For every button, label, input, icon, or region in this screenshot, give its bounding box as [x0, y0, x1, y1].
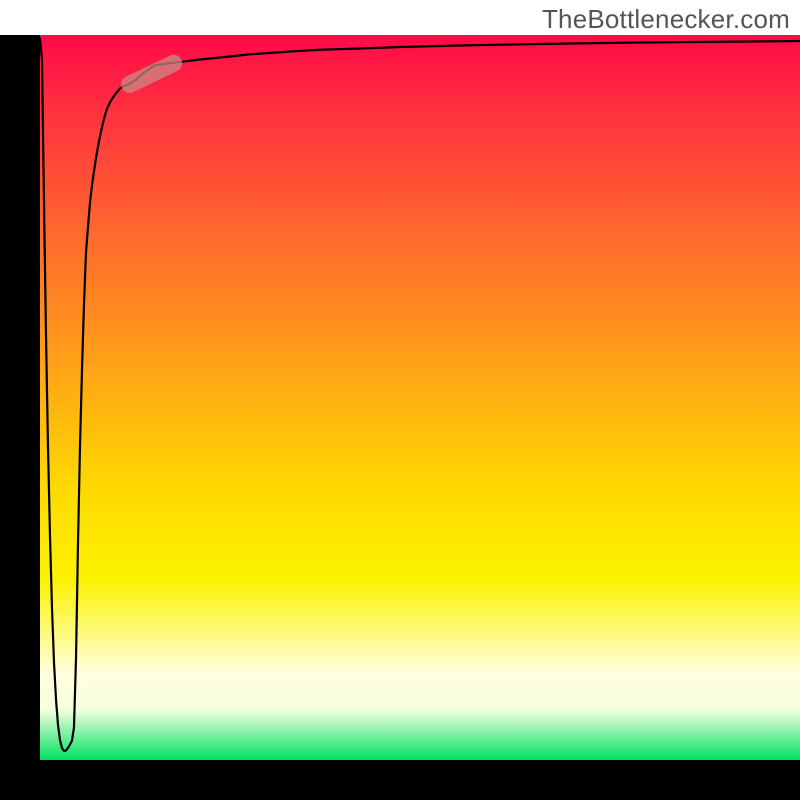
x-axis — [0, 760, 800, 800]
watermark-text: TheBottlenecker.com — [542, 4, 790, 35]
highlight-segment — [130, 63, 174, 84]
chart-svg — [40, 35, 800, 760]
chart-container: TheBottlenecker.com — [0, 0, 800, 800]
bottleneck-curve — [40, 39, 800, 751]
y-axis — [0, 35, 40, 760]
